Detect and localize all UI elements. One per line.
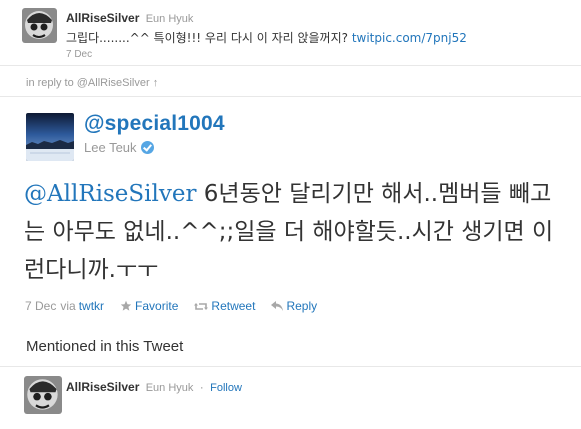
avatar-image-icon [22,8,57,43]
parent-tweet-body: 그립다........^^ 특이형!!! 우리 다시 이 자리 앉을꺼지? [66,31,352,45]
retweet-icon [194,302,209,310]
main-full-name-row: Lee Teuk [84,140,154,155]
via-label: via [60,299,76,313]
mentioned-user-row: AllRiseSilver Eun Hyuk · Follow [0,366,581,429]
mentioned-user-header: AllRiseSilver Eun Hyuk · Follow [66,380,242,394]
main-screen-name[interactable]: @special1004 [84,112,225,136]
follow-link[interactable]: Follow [210,382,242,394]
main-full-name: Lee Teuk [84,140,137,155]
separator-dot: · [199,380,204,394]
avatar-image-icon [24,376,62,414]
star-icon [120,300,132,311]
retweet-label: Retweet [211,299,256,313]
reply-arrow-icon [271,301,284,311]
parent-tweet-header: AllRiseSilver Eun Hyuk [66,11,193,25]
mention-link[interactable]: @AllRiseSilver [24,181,196,207]
mentioned-avatar[interactable] [24,376,62,414]
parent-tweet-text: 그립다........^^ 특이형!!! 우리 다시 이 자리 앉을꺼지? tw… [66,29,467,46]
main-tweet-date[interactable]: 7 Dec [25,299,56,313]
parent-screen-name[interactable]: AllRiseSilver [66,11,139,25]
source-link[interactable]: twtkr [79,299,104,313]
in-reply-to-link[interactable]: in reply to @AllRiseSilver ↑ [26,77,158,89]
main-avatar[interactable] [26,113,74,161]
parent-tweet-date[interactable]: 7 Dec [66,49,92,60]
avatar[interactable] [22,8,57,43]
favorite-button[interactable]: Favorite [120,299,178,313]
mentioned-full-name: Eun Hyuk [145,382,194,394]
favorite-label: Favorite [135,299,179,313]
mentioned-heading: Mentioned in this Tweet [26,338,184,355]
verified-badge-icon [140,141,154,154]
retweet-button[interactable]: Retweet [194,299,255,313]
parent-tweet: AllRiseSilver Eun Hyuk 그립다........^^ 특이형… [0,0,581,66]
reply-label: Reply [286,299,318,313]
tweet-actions: 7 Dec via twtkr Favorite Retweet Reply [25,299,317,313]
landscape-avatar-icon [26,113,74,161]
mentioned-screen-name[interactable]: AllRiseSilver [66,380,139,394]
parent-full-name: Eun Hyuk [145,13,194,25]
reply-button[interactable]: Reply [271,299,317,313]
parent-tweet-link[interactable]: twitpic.com/7pnj52 [352,31,467,45]
main-tweet-text: @AllRiseSilver 6년동안 달리기만 해서..멤버들 빼고는 아무도… [24,175,564,289]
